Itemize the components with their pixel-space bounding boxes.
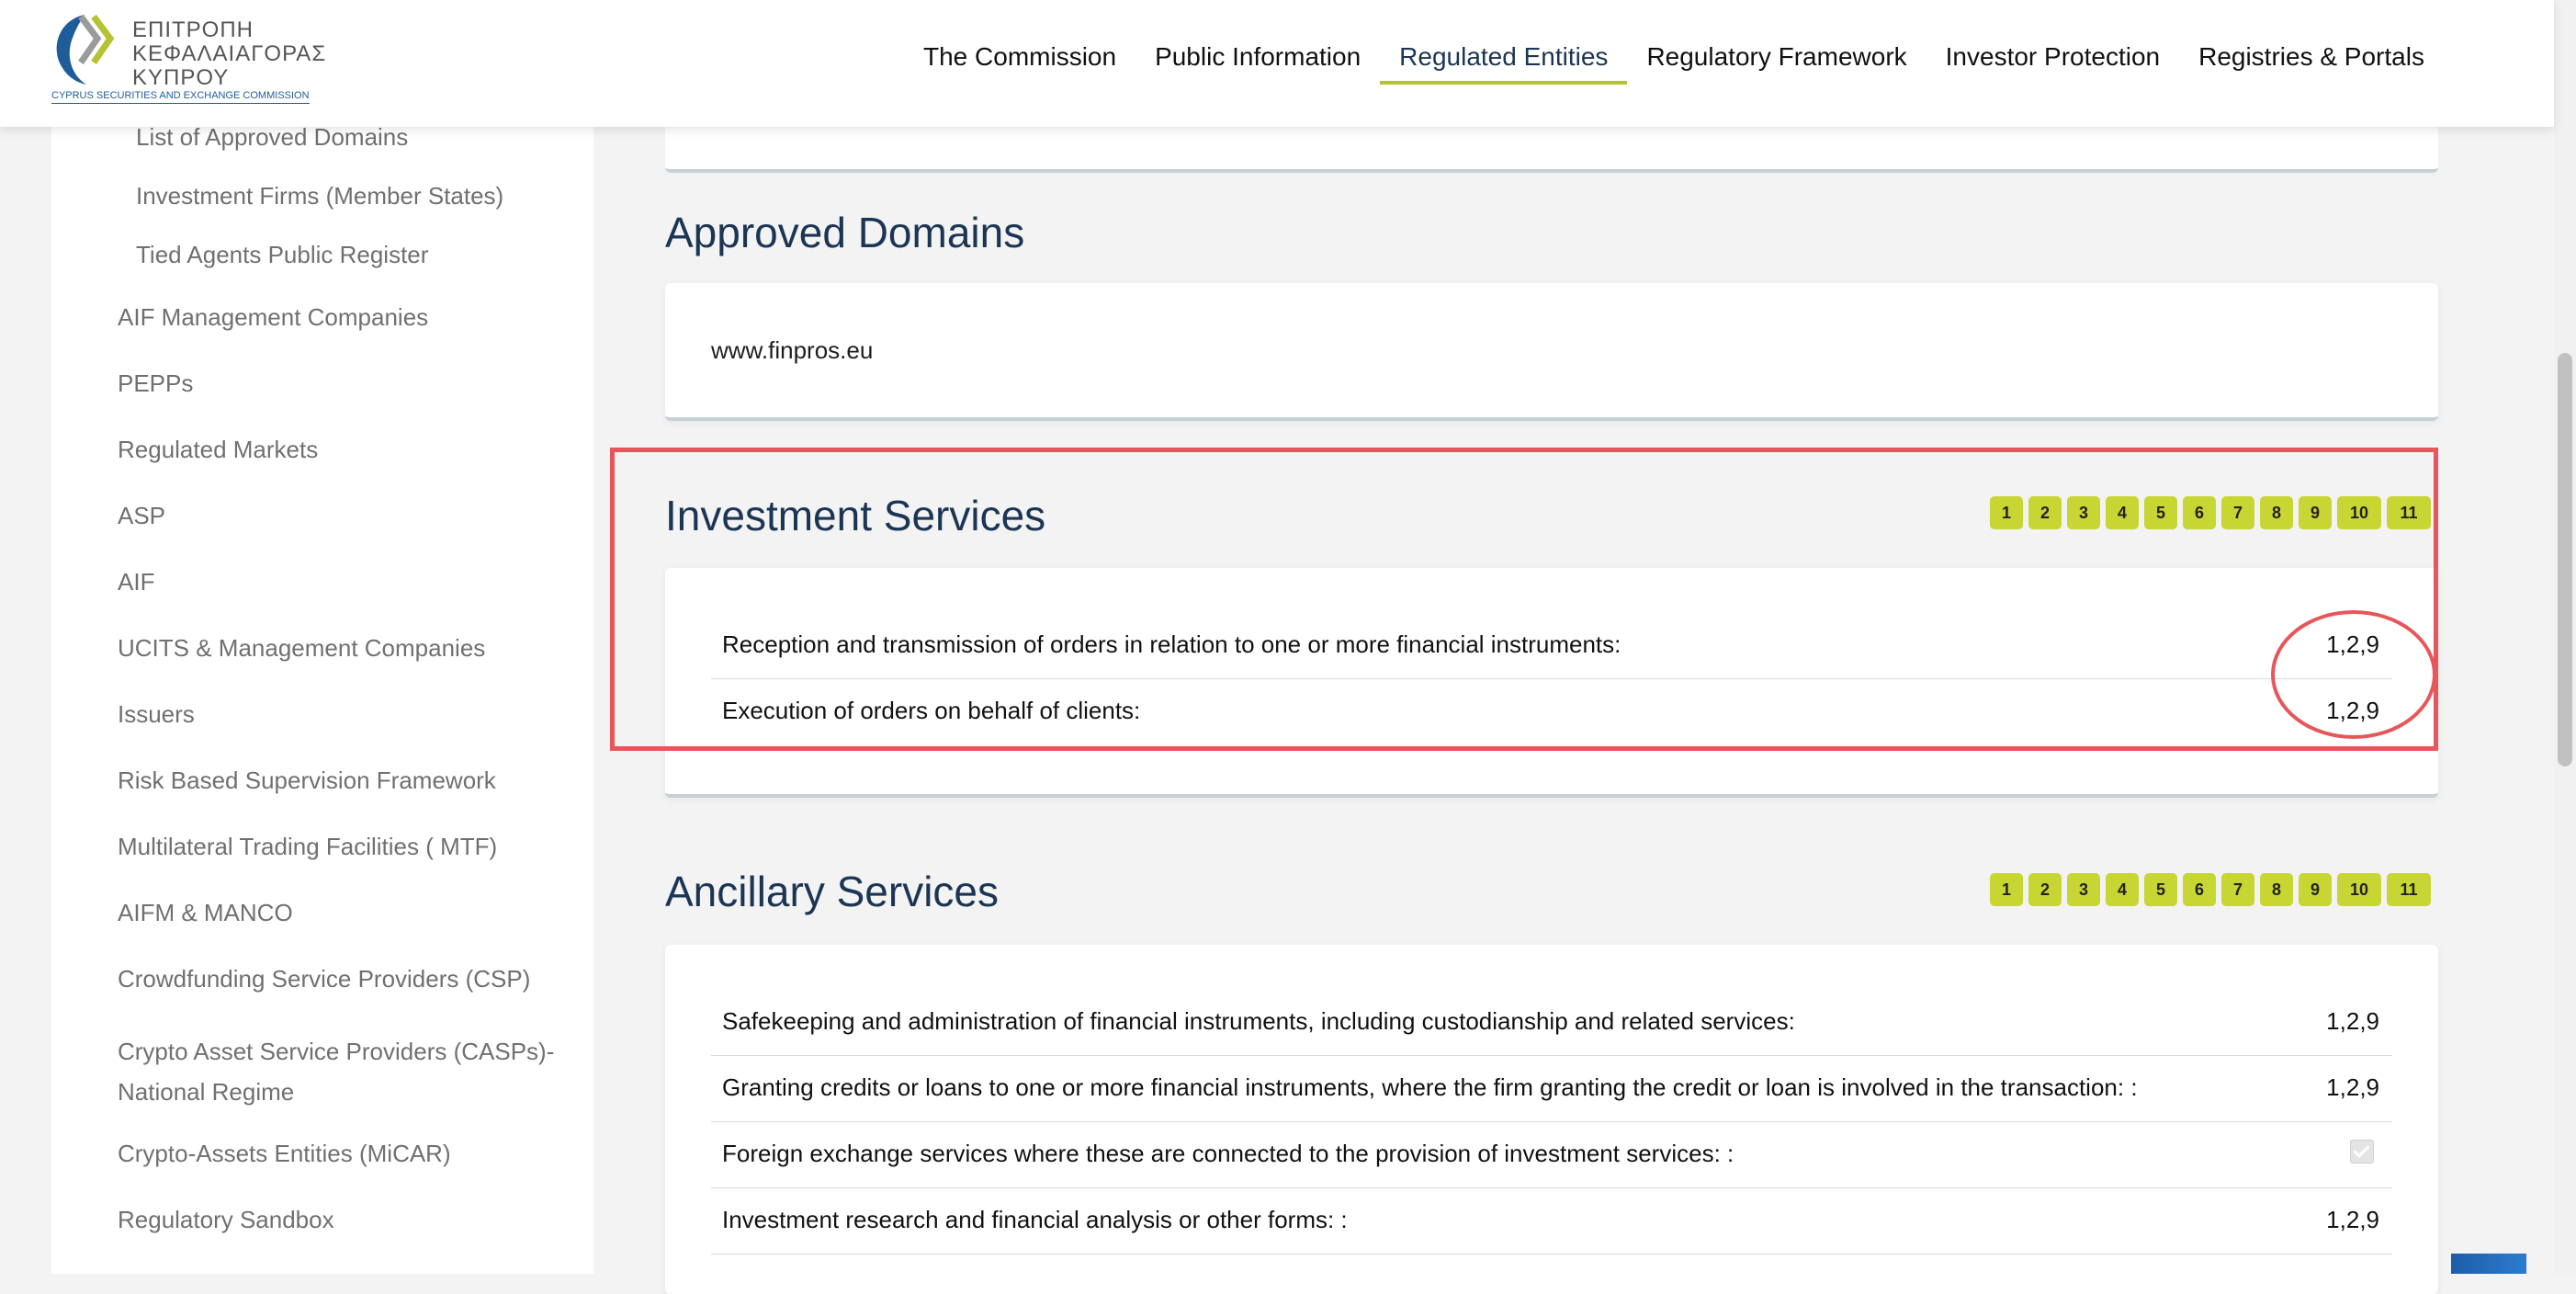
nav-registries-portals[interactable]: Registries & Portals xyxy=(2179,39,2444,86)
sidebar: List of Approved Domains Investment Firm… xyxy=(51,108,593,1274)
logo-line-2: ΚΕΦΑΛΑΙΑΓΟΡΑΣ xyxy=(132,41,327,66)
page-scrollbar[interactable] xyxy=(2554,0,2576,1274)
sidebar-item-aif[interactable]: AIF xyxy=(118,568,154,596)
table-row: Investment research and financial analys… xyxy=(711,1187,2392,1254)
investment-services-title: Investment Services xyxy=(665,492,1046,539)
service-value: 1,2,9 xyxy=(2326,697,2379,724)
logo-english-text: CYPRUS SECURITIES AND EXCHANGE COMMISSIO… xyxy=(51,90,310,104)
badge-5[interactable]: 5 xyxy=(2144,496,2177,529)
service-value: 1,2,9 xyxy=(2326,1206,2379,1233)
sidebar-item-mtf[interactable]: Multilateral Trading Facilities ( MTF) xyxy=(118,833,497,861)
badge-6[interactable]: 6 xyxy=(2183,873,2216,906)
badge-9[interactable]: 9 xyxy=(2299,873,2332,906)
badge-2[interactable]: 2 xyxy=(2028,496,2062,529)
sidebar-item-ucits[interactable]: UCITS & Management Companies xyxy=(118,634,485,663)
badge-1[interactable]: 1 xyxy=(1990,873,2023,906)
badge-4[interactable]: 4 xyxy=(2106,496,2139,529)
sidebar-item-micar[interactable]: Crypto-Assets Entities (MiCAR) xyxy=(118,1140,451,1168)
cysec-logo[interactable]: ΕΠΙΤΡΟΠΗ ΚΕΦΑΛΑΙΑΓΟΡΑΣ ΚΥΠΡΟΥ CYPRUS SEC… xyxy=(50,9,325,108)
badge-10[interactable]: 10 xyxy=(2337,496,2381,529)
sidebar-item-csp[interactable]: Crowdfunding Service Providers (CSP) xyxy=(118,965,530,993)
ancillary-services-badges: 1 2 3 4 5 6 7 8 9 10 11 xyxy=(1990,873,2431,906)
sidebar-item-issuers[interactable]: Issuers xyxy=(118,700,195,729)
scrollbar-thumb[interactable] xyxy=(2558,353,2572,766)
badge-11[interactable]: 11 xyxy=(2387,496,2431,529)
service-label: Safekeeping and administration of financ… xyxy=(722,1007,1795,1035)
sidebar-item-casps-line-1: Crypto Asset Service Providers (CASPs)- xyxy=(118,1038,555,1065)
badge-3[interactable]: 3 xyxy=(2067,496,2100,529)
sidebar-item-risk-based[interactable]: Risk Based Supervision Framework xyxy=(118,766,496,795)
badge-11[interactable]: 11 xyxy=(2387,873,2431,906)
sidebar-item-regulatory-sandbox[interactable]: Regulatory Sandbox xyxy=(118,1206,334,1234)
badge-5[interactable]: 5 xyxy=(2144,873,2177,906)
approved-domain-link[interactable]: www.finpros.eu xyxy=(711,336,873,365)
sidebar-item-casps[interactable]: Crypto Asset Service Providers (CASPs)- … xyxy=(118,1031,554,1112)
badge-4[interactable]: 4 xyxy=(2106,873,2139,906)
badge-8[interactable]: 8 xyxy=(2260,873,2293,906)
logo-greek-text: ΕΠΙΤΡΟΠΗ ΚΕΦΑΛΑΙΑΓΟΡΑΣ ΚΥΠΡΟΥ xyxy=(132,18,326,90)
nav-investor-protection[interactable]: Investor Protection xyxy=(1926,39,2179,86)
badge-3[interactable]: 3 xyxy=(2067,873,2100,906)
checked-checkbox-icon xyxy=(2350,1140,2374,1163)
approved-domains-title: Approved Domains xyxy=(665,209,1025,256)
sidebar-item-aifm-manco[interactable]: AIFM & MANCO xyxy=(118,899,293,927)
service-label: Granting credits or loans to one or more… xyxy=(722,1073,2138,1101)
logo-line-1: ΕΠΙΤΡΟΠΗ xyxy=(132,17,254,42)
site-header: ΕΠΙΤΡΟΠΗ ΚΕΦΑΛΑΙΑΓΟΡΑΣ ΚΥΠΡΟΥ CYPRUS SEC… xyxy=(0,0,2554,127)
service-label: Execution of orders on behalf of clients… xyxy=(722,697,1141,724)
service-value: 1,2,9 xyxy=(2326,1073,2379,1101)
sidebar-item-tied-agents[interactable]: Tied Agents Public Register xyxy=(136,241,428,269)
sidebar-item-pepps[interactable]: PEPPs xyxy=(118,369,193,398)
table-row: Safekeeping and administration of financ… xyxy=(711,989,2392,1056)
nav-regulatory-framework[interactable]: Regulatory Framework xyxy=(1627,39,1926,86)
badge-1[interactable]: 1 xyxy=(1990,496,2023,529)
nav-public-information[interactable]: Public Information xyxy=(1135,39,1380,86)
nav-regulated-entities[interactable]: Regulated Entities xyxy=(1380,39,1628,86)
corner-widget[interactable] xyxy=(2451,1254,2526,1274)
ancillary-services-card: Safekeeping and administration of financ… xyxy=(665,945,2438,1294)
table-row: Granting credits or loans to one or more… xyxy=(711,1055,2392,1122)
badge-9[interactable]: 9 xyxy=(2299,496,2332,529)
badge-8[interactable]: 8 xyxy=(2260,496,2293,529)
badge-2[interactable]: 2 xyxy=(2028,873,2062,906)
investment-services-badges: 1 2 3 4 5 6 7 8 9 10 11 xyxy=(1990,496,2431,529)
logo-mark-icon xyxy=(56,14,115,85)
table-row: Foreign exchange services where these ar… xyxy=(711,1121,2392,1188)
badge-10[interactable]: 10 xyxy=(2337,873,2381,906)
badge-7[interactable]: 7 xyxy=(2221,496,2254,529)
nav-the-commission[interactable]: The Commission xyxy=(904,39,1135,86)
approved-domains-card: www.finpros.eu xyxy=(665,283,2438,421)
service-label: Reception and transmission of orders in … xyxy=(722,630,1621,658)
sidebar-item-regulated-markets[interactable]: Regulated Markets xyxy=(118,436,318,464)
service-label: Investment research and financial analys… xyxy=(722,1206,1348,1233)
table-row: Execution of orders on behalf of clients… xyxy=(711,678,2392,744)
investment-services-card: Reception and transmission of orders in … xyxy=(665,568,2438,798)
service-value: 1,2,9 xyxy=(2326,1007,2379,1035)
table-row: Reception and transmission of orders in … xyxy=(711,612,2392,679)
badge-7[interactable]: 7 xyxy=(2221,873,2254,906)
sidebar-item-casps-line-2: National Regime xyxy=(118,1078,295,1106)
service-value: 1,2,9 xyxy=(2326,630,2379,658)
main-nav: The Commission Public Information Regula… xyxy=(904,39,2444,86)
sidebar-item-aif-management[interactable]: AIF Management Companies xyxy=(118,303,428,332)
sidebar-item-approved-domains[interactable]: List of Approved Domains xyxy=(136,123,408,152)
ancillary-services-title: Ancillary Services xyxy=(665,868,999,915)
badge-6[interactable]: 6 xyxy=(2183,496,2216,529)
logo-line-3: ΚΥΠΡΟΥ xyxy=(132,65,230,90)
sidebar-item-investment-firms-member-states[interactable]: Investment Firms (Member States) xyxy=(136,182,503,210)
service-label: Foreign exchange services where these ar… xyxy=(722,1140,1734,1167)
sidebar-item-asp[interactable]: ASP xyxy=(118,502,165,530)
